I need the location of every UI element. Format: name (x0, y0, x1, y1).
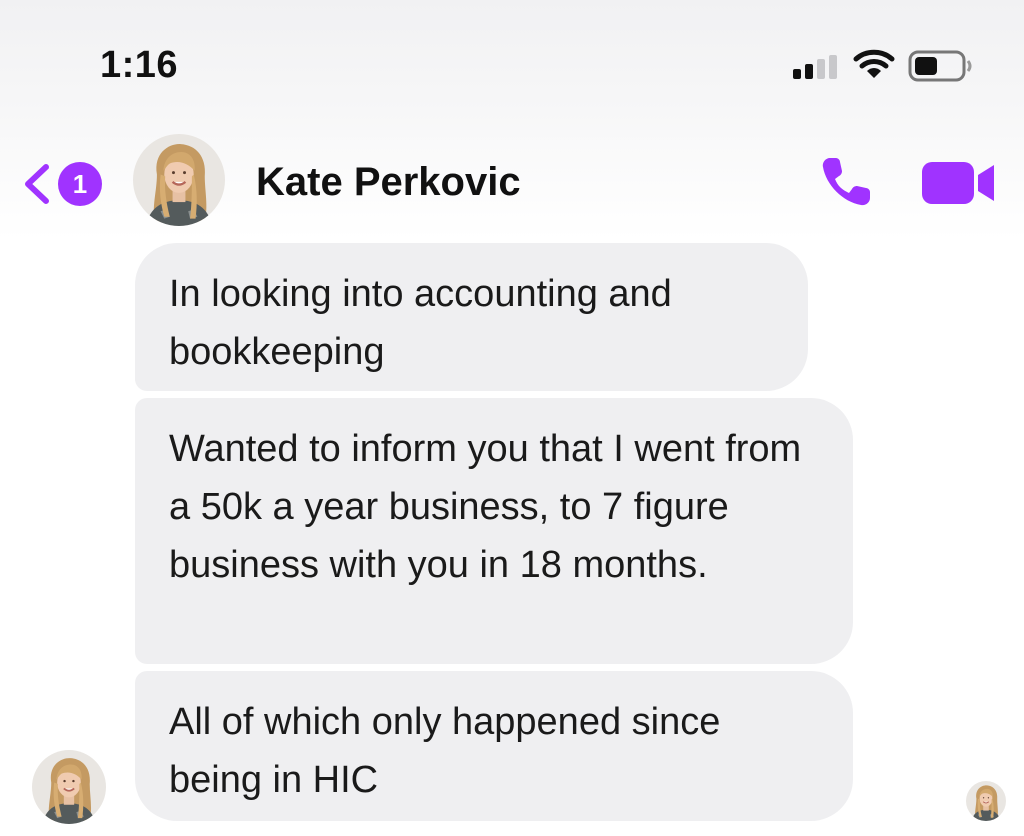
chevron-left-icon (25, 164, 49, 204)
contact-name[interactable]: Kate Perkovic (256, 160, 521, 205)
message-bubble[interactable]: Wanted to inform you that I went from a … (135, 398, 853, 664)
wifi-icon (853, 49, 895, 78)
phone-icon[interactable] (816, 152, 876, 212)
video-camera-icon[interactable] (920, 158, 998, 208)
message-bubble[interactable]: In looking into accounting and bookkeepi… (135, 243, 808, 391)
contact-avatar[interactable] (133, 134, 225, 226)
read-receipt-avatar (966, 781, 1006, 821)
status-time: 1:16 (100, 44, 179, 86)
cellular-signal-icon (793, 55, 837, 79)
conversation-header: 1 Kate Perkovic (0, 120, 1024, 240)
battery-icon (908, 50, 972, 82)
sender-avatar (32, 750, 106, 824)
unread-count-badge: 1 (58, 162, 102, 206)
message-bubble[interactable]: All of which only happened since being i… (135, 671, 853, 821)
status-bar: 1:16 (0, 0, 1024, 120)
back-button[interactable]: 1 (18, 160, 116, 208)
